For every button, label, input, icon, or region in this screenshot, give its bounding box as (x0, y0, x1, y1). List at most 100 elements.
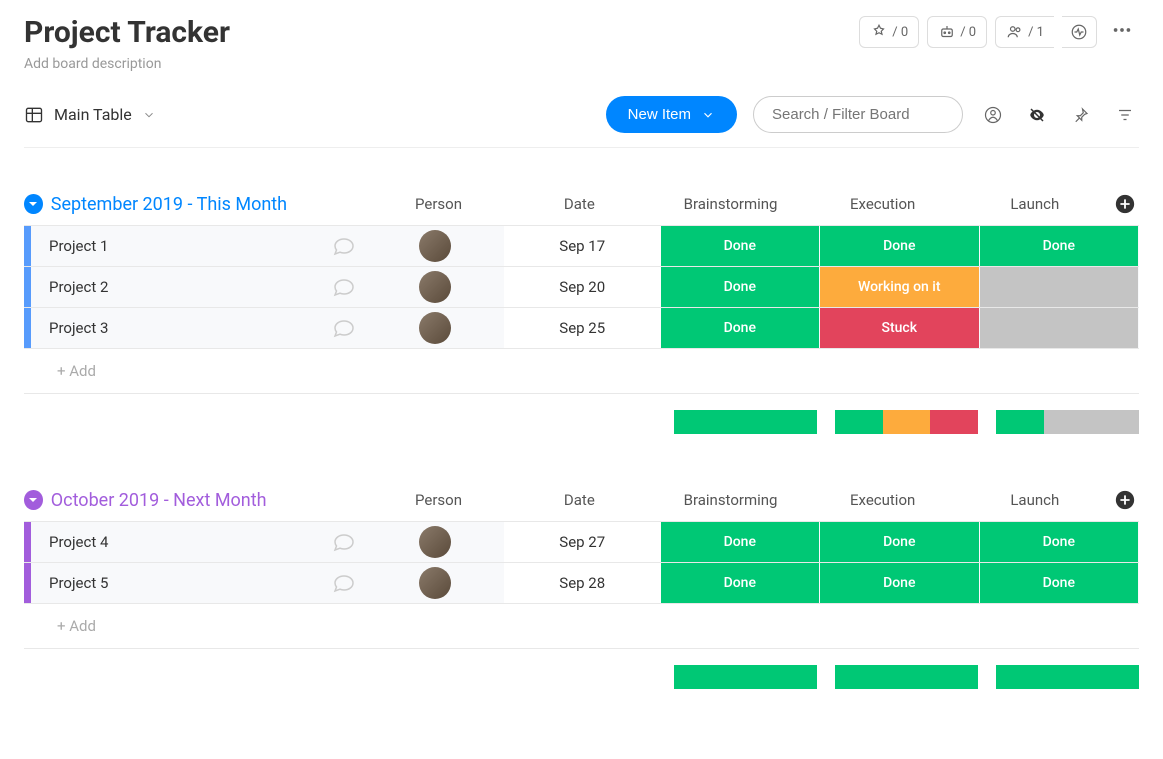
row-name[interactable]: Project 2 (31, 267, 320, 307)
person-cell[interactable] (367, 563, 504, 603)
dots-icon (1111, 19, 1133, 41)
members-count: / 1 (1028, 25, 1044, 40)
summary-cell (835, 410, 978, 434)
pin-icon (1072, 106, 1090, 124)
group-summary (24, 665, 1139, 689)
status-cell[interactable]: Done (980, 563, 1139, 603)
row-conversation-button[interactable] (320, 308, 367, 348)
date-cell[interactable]: Sep 28 (504, 563, 661, 603)
column-header-person[interactable]: Person (373, 491, 504, 509)
row-name[interactable]: Project 4 (31, 522, 320, 562)
person-cell[interactable] (367, 226, 504, 266)
status-cell[interactable] (980, 308, 1139, 348)
column-header-execution[interactable]: Execution (807, 491, 959, 509)
column-header-person[interactable]: Person (373, 195, 504, 213)
add-row[interactable]: + Add (24, 603, 1139, 649)
robot-icon (938, 23, 956, 41)
date-cell[interactable]: Sep 25 (504, 308, 661, 348)
page-title: Project Tracker (24, 15, 230, 50)
new-item-label: New Item (628, 106, 691, 123)
status-cell[interactable]: Done (661, 226, 820, 266)
add-column-button[interactable] (1111, 193, 1139, 215)
activity-pill[interactable] (1062, 16, 1097, 48)
chevron-down-icon (701, 108, 715, 122)
search-input[interactable] (753, 96, 963, 133)
pulse-icon (1070, 23, 1088, 41)
date-cell[interactable]: Sep 20 (504, 267, 661, 307)
avatar (419, 312, 451, 344)
column-header-date[interactable]: Date (504, 491, 654, 509)
status-cell[interactable]: Working on it (820, 267, 979, 307)
date-cell[interactable]: Sep 27 (504, 522, 661, 562)
column-header-brainstorming[interactable]: Brainstorming (654, 491, 806, 509)
status-cell[interactable]: Done (661, 308, 820, 348)
add-row[interactable]: + Add (24, 348, 1139, 394)
add-column-button[interactable] (1111, 489, 1139, 511)
table-row[interactable]: Project 5 Sep 28 DoneDoneDone (24, 562, 1139, 603)
status-cell[interactable]: Done (661, 563, 820, 603)
summary-segment (930, 410, 978, 434)
row-conversation-button[interactable] (320, 226, 367, 266)
date-cell[interactable]: Sep 17 (504, 226, 661, 266)
status-cell[interactable] (980, 267, 1139, 307)
row-conversation-button[interactable] (320, 522, 367, 562)
chevron-down-icon (142, 108, 156, 122)
group-collapse-toggle[interactable] (24, 194, 43, 214)
status-cell[interactable]: Done (980, 522, 1139, 562)
status-cell[interactable]: Done (980, 226, 1139, 266)
add-row-label: + Add (31, 362, 96, 380)
table-row[interactable]: Project 1 Sep 17 DoneDoneDone (24, 225, 1139, 266)
status-cell[interactable]: Done (820, 226, 979, 266)
row-color-bar (24, 563, 31, 603)
people-icon (1006, 23, 1024, 41)
column-header-launch[interactable]: Launch (959, 195, 1111, 213)
group-title[interactable]: October 2019 - Next Month (51, 490, 373, 511)
table-row[interactable]: Project 3 Sep 25 DoneStuck (24, 307, 1139, 348)
eye-off-icon (1028, 106, 1046, 124)
group-collapse-toggle[interactable] (24, 490, 43, 510)
summary-cell (996, 665, 1139, 689)
status-cell[interactable]: Done (661, 522, 820, 562)
integrations-pill[interactable]: / 0 (859, 16, 919, 48)
new-item-button[interactable]: New Item (606, 96, 737, 133)
row-conversation-button[interactable] (320, 563, 367, 603)
column-header-date[interactable]: Date (504, 195, 654, 213)
filter-icon (1116, 106, 1134, 124)
status-cell[interactable]: Stuck (820, 308, 979, 348)
board-description[interactable]: Add board description (24, 56, 230, 72)
more-menu-button[interactable] (1105, 15, 1139, 49)
summary-segment (835, 410, 883, 434)
avatar (419, 526, 451, 558)
view-selector[interactable]: Main Table (24, 105, 156, 125)
person-filter-button[interactable] (979, 101, 1007, 129)
hide-columns-button[interactable] (1023, 101, 1051, 129)
person-cell[interactable] (367, 522, 504, 562)
column-header-launch[interactable]: Launch (959, 491, 1111, 509)
chat-icon (332, 316, 356, 340)
row-name[interactable]: Project 1 (31, 226, 320, 266)
status-cell[interactable]: Done (820, 522, 979, 562)
person-cell[interactable] (367, 267, 504, 307)
caret-down-icon (28, 199, 38, 209)
column-header-brainstorming[interactable]: Brainstorming (654, 195, 806, 213)
pin-button[interactable] (1067, 101, 1095, 129)
row-color-bar (24, 522, 31, 562)
filter-button[interactable] (1111, 101, 1139, 129)
status-cell[interactable]: Done (820, 563, 979, 603)
row-name[interactable]: Project 5 (31, 563, 320, 603)
column-header-execution[interactable]: Execution (807, 195, 959, 213)
integration-icon (870, 23, 888, 41)
person-cell[interactable] (367, 308, 504, 348)
status-cell[interactable]: Done (661, 267, 820, 307)
avatar (419, 271, 451, 303)
chat-icon (332, 275, 356, 299)
row-name[interactable]: Project 3 (31, 308, 320, 348)
group-title[interactable]: September 2019 - This Month (51, 194, 373, 215)
automations-pill[interactable]: / 0 (927, 16, 987, 48)
table-row[interactable]: Project 4 Sep 27 DoneDoneDone (24, 521, 1139, 562)
summary-segment (1044, 410, 1139, 434)
members-pill[interactable]: / 1 (995, 16, 1054, 48)
row-conversation-button[interactable] (320, 267, 367, 307)
view-label: Main Table (54, 105, 132, 124)
table-row[interactable]: Project 2 Sep 20 DoneWorking on it (24, 266, 1139, 307)
